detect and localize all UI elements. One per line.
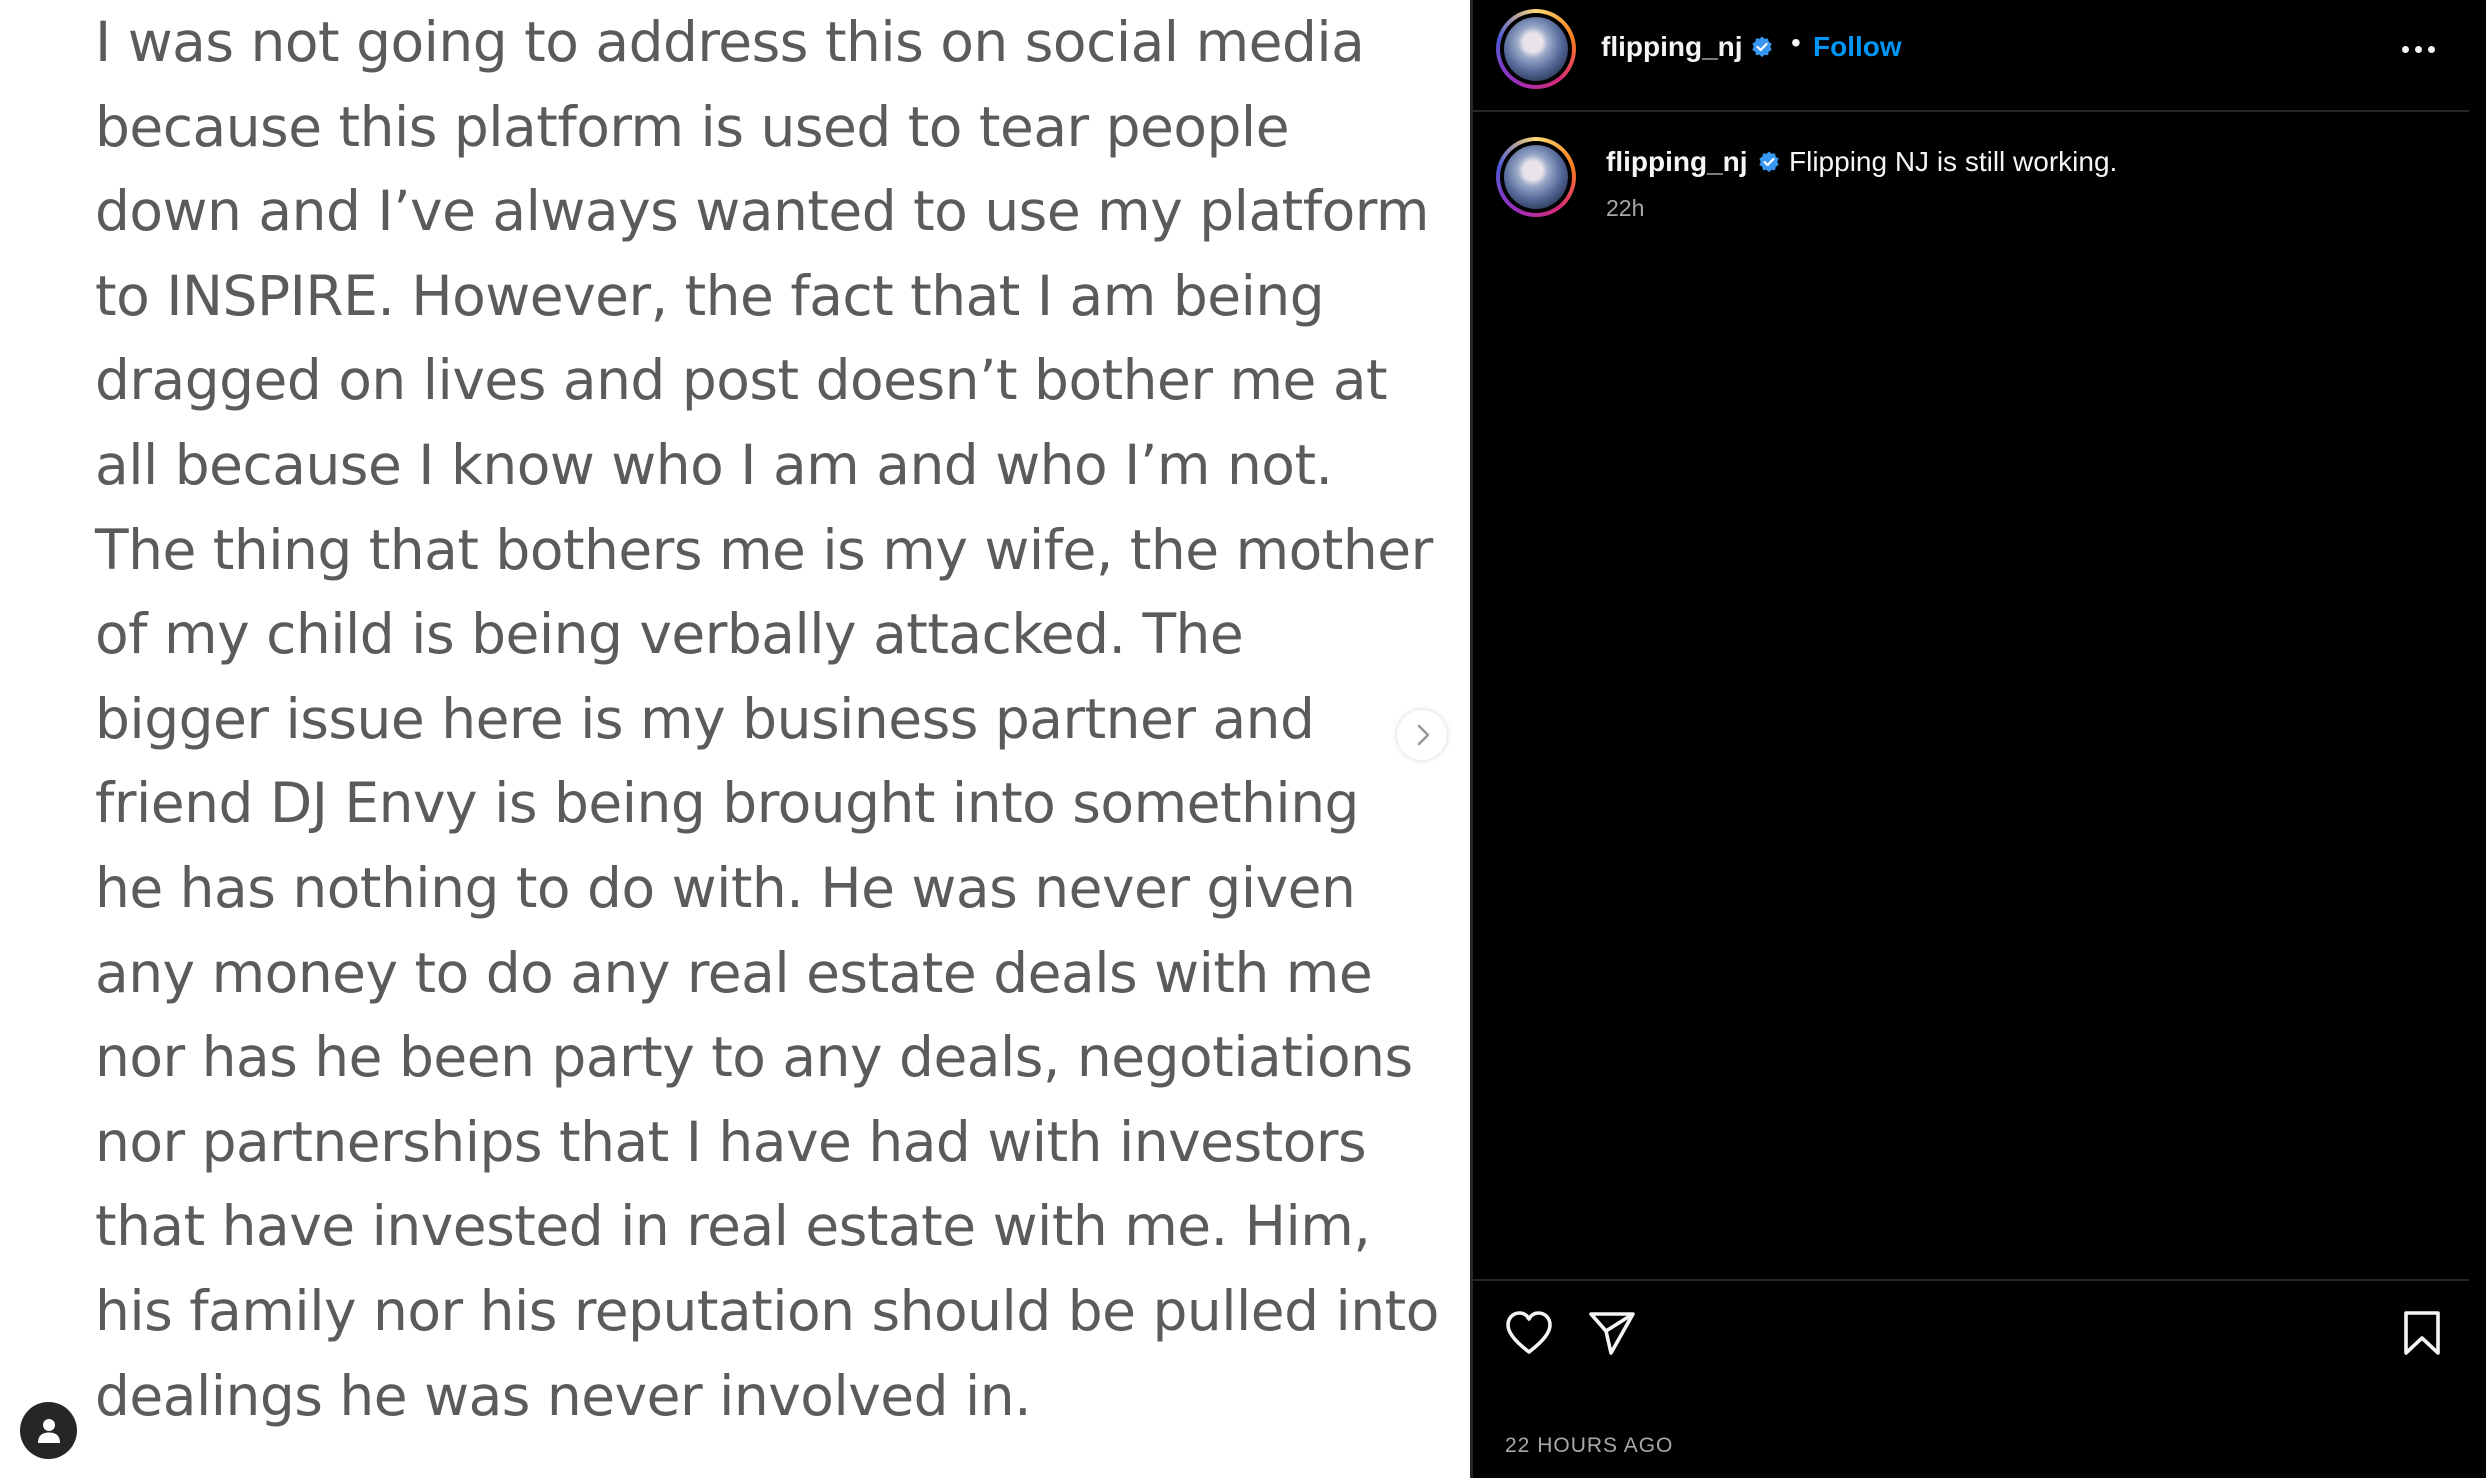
statement-line: all because I know who I am and who I’m … [95, 432, 1333, 497]
next-image-button[interactable] [1397, 710, 1447, 760]
bookmark-icon[interactable] [2400, 1309, 2444, 1357]
tagged-users-button[interactable] [20, 1402, 77, 1459]
user-tag-icon [38, 1419, 60, 1443]
statement-line: nor partnerships that I have had with in… [95, 1109, 1367, 1174]
statement-line: dealings he was never involved in. [95, 1363, 1032, 1428]
verified-badge-icon [1752, 36, 1772, 58]
statement-line: nor has he been party to any deals, nego… [95, 1025, 1413, 1090]
caption-avatar[interactable] [1496, 137, 1576, 217]
statement-line: bigger issue here is my business partner… [95, 686, 1315, 751]
statement-text: I was not going to address this on socia… [95, 0, 1465, 1438]
statement-line: of my child is being verbally attacked. … [95, 602, 1244, 667]
statement-line: to INSPIRE. However, the fact that I am … [95, 263, 1325, 328]
more-options-icon [2402, 46, 2409, 53]
statement-line: The thing that bothers me is my wife, th… [95, 517, 1433, 582]
statement-line: dragged on lives and post doesn’t bother… [95, 348, 1388, 413]
caption-username[interactable]: flipping_nj [1606, 146, 1748, 178]
statement-line: friend DJ Envy is being brought into som… [95, 771, 1359, 836]
post-header: flipping_nj • Follow [1473, 0, 2469, 112]
statement-line: his family nor his reputation should be … [95, 1278, 1439, 1343]
follow-button[interactable]: Follow [1813, 31, 1902, 63]
statement-line: he has nothing to do with. He was never … [95, 855, 1356, 920]
statement-line: that have invested in real estate with m… [95, 1194, 1371, 1259]
post-sidebar: flipping_nj • Follow flipping_nj Flippin… [1473, 0, 2469, 1478]
statement-line: down and I’ve always wanted to use my pl… [95, 179, 1429, 244]
statement-line: any money to do any real estate deals wi… [95, 940, 1373, 1005]
caption-timestamp[interactable]: 22h [1606, 195, 1644, 222]
heart-icon[interactable] [1504, 1309, 1554, 1357]
separator-dot: • [1791, 27, 1801, 58]
chevron-right-icon [1417, 724, 1430, 746]
verified-badge-icon [1759, 151, 1779, 173]
header-username[interactable]: flipping_nj [1601, 31, 1743, 63]
post-image: I was not going to address this on socia… [0, 0, 1470, 1478]
send-icon[interactable] [1587, 1309, 1637, 1357]
more-options-button[interactable] [2399, 34, 2439, 64]
avatar[interactable] [1496, 9, 1576, 89]
post-date[interactable]: 22 HOURS AGO [1505, 1434, 1673, 1458]
statement-line: because this platform is used to tear pe… [95, 94, 1290, 159]
statement-line: I was not going to address this on socia… [95, 10, 1365, 74]
actions-divider [1473, 1279, 2469, 1281]
caption-text: Flipping NJ is still working. [1789, 146, 2118, 177]
